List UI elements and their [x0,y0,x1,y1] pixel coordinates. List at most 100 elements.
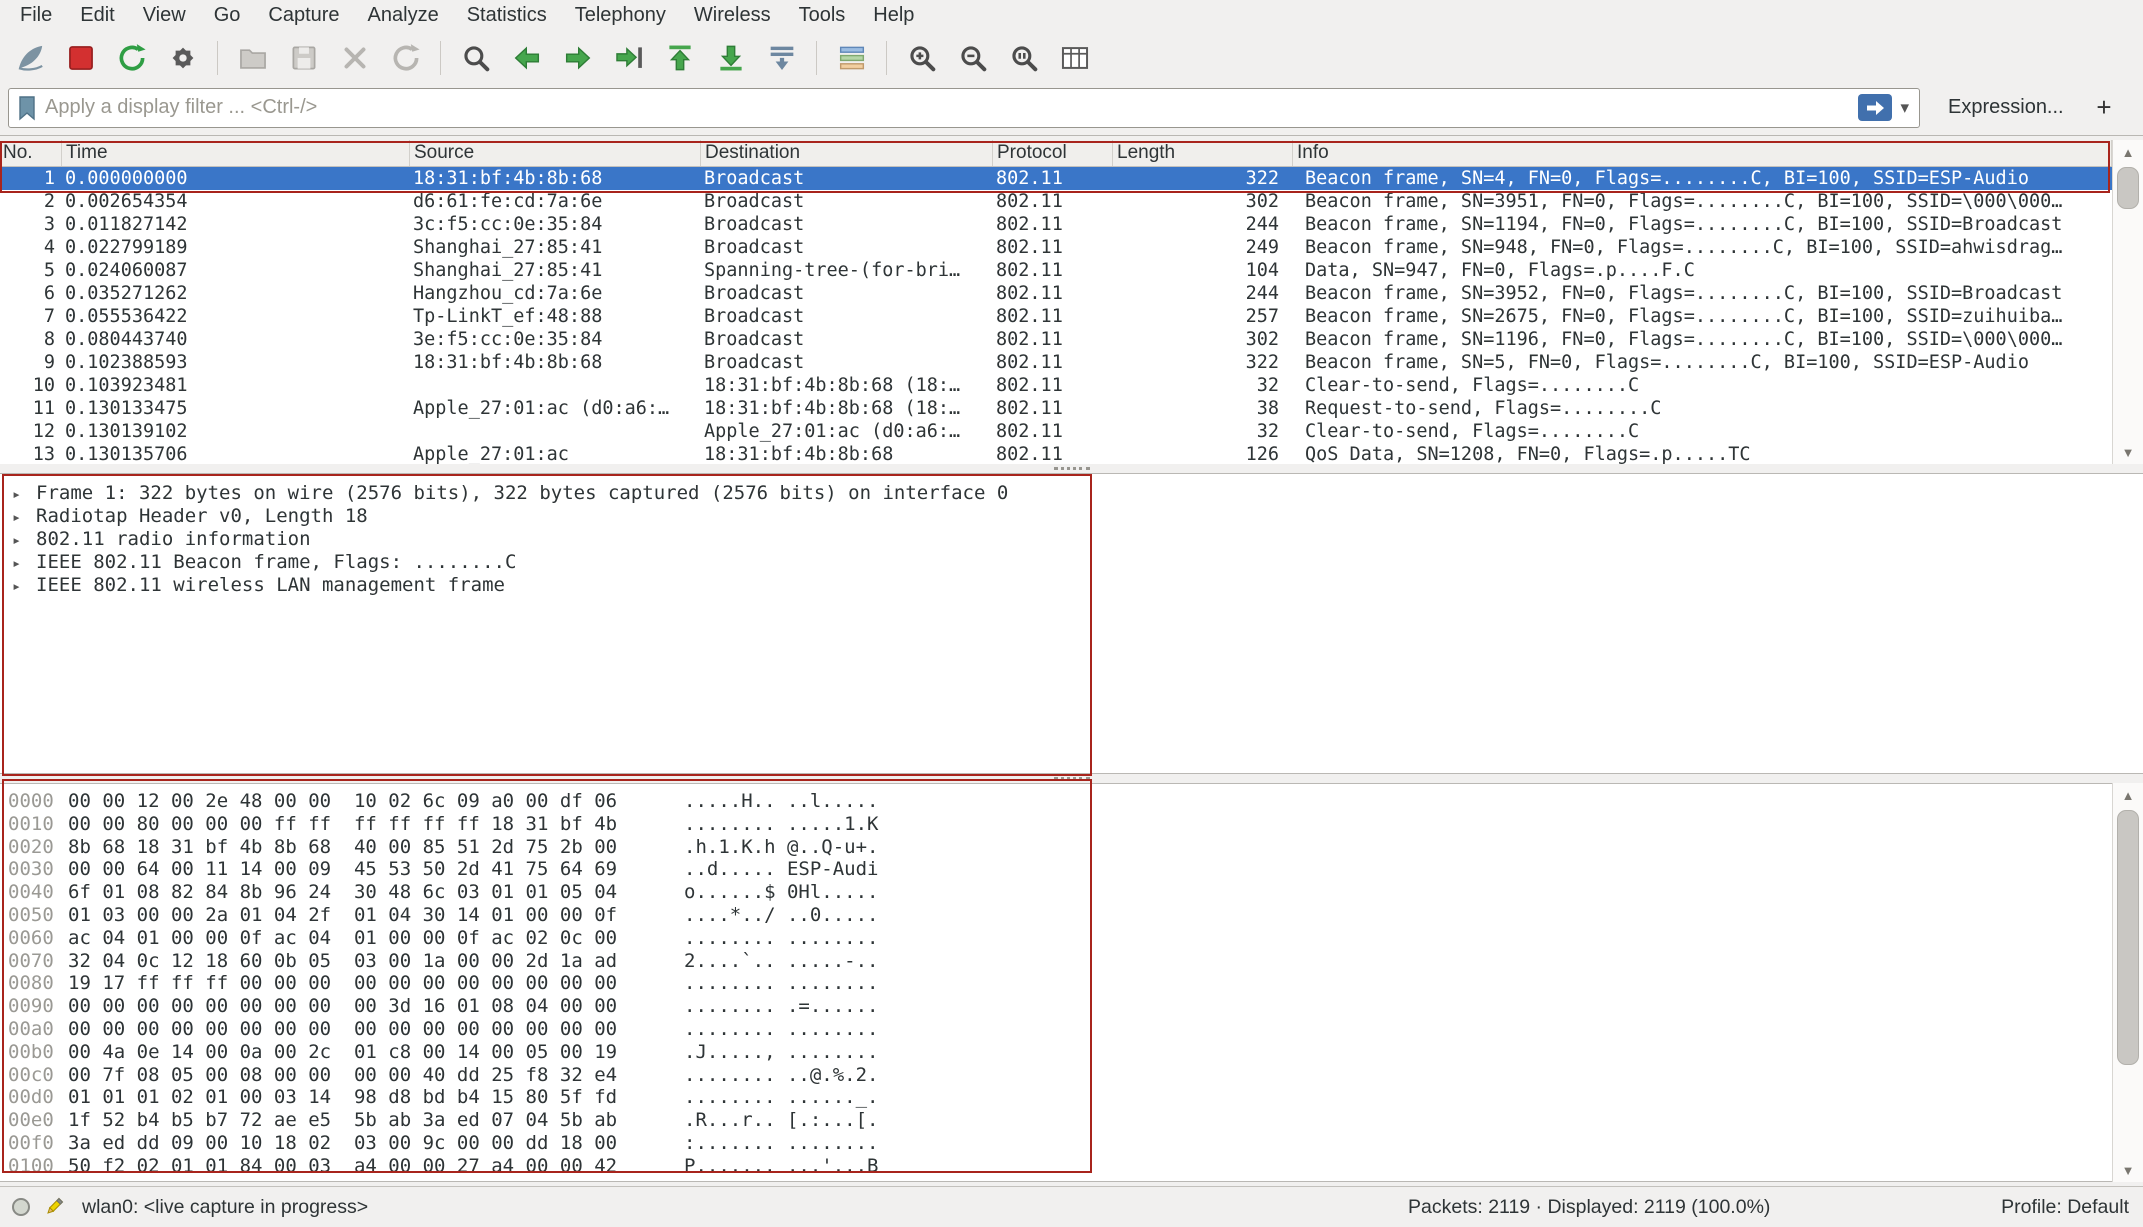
menu-item[interactable]: Analyze [354,2,453,29]
hex-row[interactable]: 00e01f 52 b4 b5 b7 72 ae e5 5b ab 3a ed … [0,1109,2112,1132]
packet-row[interactable]: 2 0.002654354 d6:61:fe:cd:7a:6e Broadcas… [0,190,2112,213]
detail-row[interactable]: ▸IEEE 802.11 Beacon frame, Flags: ......… [0,551,2143,574]
hex-row[interactable]: 0060ac 04 01 00 00 0f ac 04 01 00 00 0f … [0,927,2112,950]
menu-item[interactable]: Tools [785,2,860,29]
hex-row[interactable]: 00f03a ed dd 09 00 10 18 02 03 00 9c 00 … [0,1132,2112,1155]
expand-arrow-icon[interactable]: ▸ [12,552,36,575]
expert-info-button[interactable] [10,1196,32,1218]
filter-bookmark-icon[interactable] [17,95,37,121]
display-filter-input[interactable] [45,96,1858,119]
menu-item[interactable]: Wireless [680,2,785,29]
hex-scrollbar[interactable]: ▲ ▼ [2112,783,2143,1182]
hex-row[interactable]: 007032 04 0c 12 18 60 0b 05 03 00 1a 00 … [0,950,2112,973]
packet-list-scrollbar[interactable]: ▲ ▼ [2112,140,2143,464]
scrollbar-thumb[interactable] [2117,167,2139,209]
expand-arrow-icon[interactable]: ▸ [12,529,36,552]
resize-columns-button[interactable] [1049,34,1100,82]
detail-row[interactable]: ▸IEEE 802.11 wireless LAN management fra… [0,574,2143,597]
hex-row[interactable]: 010050 f2 02 01 01 84 00 03 a4 00 00 27 … [0,1155,2112,1178]
menu-item[interactable]: Telephony [561,2,680,29]
zoom-in-button[interactable] [896,34,947,82]
packet-row[interactable]: 10 0.103923481 18:31:bf:4b:8b:68 (18:… 8… [0,374,2112,397]
packet-destination: Broadcast [701,305,993,328]
profile-button[interactable]: Profile: Default [2001,1196,2129,1219]
stop-capture-button[interactable] [55,34,106,82]
colorize-button[interactable] [826,34,877,82]
hex-row[interactable]: 005001 03 00 00 2a 01 04 2f 01 04 30 14 … [0,904,2112,927]
column-header-no[interactable]: No. [0,140,62,166]
column-header-length[interactable]: Length [1113,140,1293,166]
hex-row[interactable]: 00c000 7f 08 05 00 08 00 00 00 00 40 dd … [0,1064,2112,1087]
add-filter-button[interactable]: + [2087,92,2121,123]
hex-row[interactable]: 001000 00 80 00 00 00 ff ff ff ff ff ff … [0,813,2112,836]
pane-splitter[interactable] [0,464,2143,473]
hex-row[interactable]: 008019 17 ff ff ff 00 00 00 00 00 00 00 … [0,972,2112,995]
go-forward-button[interactable] [552,34,603,82]
restart-capture-button[interactable] [106,34,157,82]
scroll-up-icon[interactable]: ▲ [2113,783,2143,807]
hex-row[interactable]: 00d001 01 01 02 01 00 03 14 98 d8 bd b4 … [0,1086,2112,1109]
packet-row[interactable]: 3 0.011827142 3c:f5:cc:0e:35:84 Broadcas… [0,213,2112,236]
scroll-down-icon[interactable]: ▼ [2113,440,2143,464]
auto-scroll-button[interactable] [756,34,807,82]
packet-row[interactable]: 9 0.102388593 18:31:bf:4b:8b:68 Broadcas… [0,351,2112,374]
packet-row[interactable]: 8 0.080443740 3e:f5:cc:0e:35:84 Broadcas… [0,328,2112,351]
packet-row[interactable]: 1 0.000000000 18:31:bf:4b:8b:68 Broadcas… [0,167,2112,190]
menu-item[interactable]: Help [859,2,928,29]
go-back-button[interactable] [501,34,552,82]
hex-row[interactable]: 00a000 00 00 00 00 00 00 00 00 00 00 00 … [0,1018,2112,1041]
packet-row[interactable]: 6 0.035271262 Hangzhou_cd:7a:6e Broadcas… [0,282,2112,305]
menu-item[interactable]: Go [200,2,255,29]
column-header-info[interactable]: Info [1293,140,2112,166]
column-header-source[interactable]: Source [410,140,701,166]
scroll-down-icon[interactable]: ▼ [2113,1158,2143,1182]
packet-row[interactable]: 12 0.130139102 Apple_27:01:ac (d0:a6:… 8… [0,420,2112,443]
hex-row[interactable]: 009000 00 00 00 00 00 00 00 00 3d 16 01 … [0,995,2112,1018]
go-to-top-button[interactable] [654,34,705,82]
packet-row[interactable]: 11 0.130133475 Apple_27:01:ac (d0:a6:… 1… [0,397,2112,420]
start-capture-button[interactable] [4,34,55,82]
go-to-packet-button[interactable] [603,34,654,82]
packet-row[interactable]: 5 0.024060087 Shanghai_27:85:41 Spanning… [0,259,2112,282]
expand-arrow-icon[interactable]: ▸ [12,506,36,529]
expression-button[interactable]: Expression... [1948,96,2064,119]
display-filter-box[interactable]: ▾ [8,88,1920,128]
filter-apply-button[interactable] [1858,94,1892,121]
packet-row[interactable]: 13 0.130135706 Apple_27:01:ac 18:31:bf:4… [0,443,2112,464]
main-toolbar [0,30,2143,86]
detail-row[interactable]: ▸Radiotap Header v0, Length 18 [0,505,2143,528]
capture-comment-button[interactable] [42,1195,66,1219]
menu-item[interactable]: Edit [66,2,128,29]
hex-offset: 0000 [8,790,68,813]
scroll-up-icon[interactable]: ▲ [2113,140,2143,164]
filter-dropdown-icon[interactable]: ▾ [1892,98,1913,118]
go-to-bottom-button[interactable] [705,34,756,82]
detail-row[interactable]: ▸802.11 radio information [0,528,2143,551]
hex-row[interactable]: 00406f 01 08 82 84 8b 96 24 30 48 6c 03 … [0,881,2112,904]
expand-arrow-icon[interactable]: ▸ [12,483,36,506]
menu-item[interactable]: View [129,2,200,29]
scrollbar-thumb[interactable] [2117,810,2139,1065]
zoom-out-button[interactable] [947,34,998,82]
packet-row[interactable]: 7 0.055536422 Tp-LinkT_ef:48:88 Broadcas… [0,305,2112,328]
menu-item[interactable]: Statistics [453,2,561,29]
menu-item[interactable]: File [6,2,66,29]
column-header-protocol[interactable]: Protocol [993,140,1113,166]
column-header-time[interactable]: Time [62,140,410,166]
capture-options-button[interactable] [157,34,208,82]
hex-row[interactable]: 00b000 4a 0e 14 00 0a 00 2c 01 c8 00 14 … [0,1041,2112,1064]
hex-row[interactable]: 003000 00 64 00 11 14 00 09 45 53 50 2d … [0,858,2112,881]
zoom-reset-button[interactable] [998,34,1049,82]
packet-length: 249 [1113,236,1293,259]
hex-row[interactable]: 00208b 68 18 31 bf 4b 8b 68 40 00 85 51 … [0,836,2112,859]
find-packet-button[interactable] [450,34,501,82]
menu-item[interactable]: Capture [254,2,353,29]
hex-row[interactable]: 000000 00 12 00 2e 48 00 00 10 02 6c 09 … [0,790,2112,813]
expand-arrow-icon[interactable]: ▸ [12,575,36,598]
packet-source [410,374,701,397]
column-header-destination[interactable]: Destination [701,140,993,166]
packet-row[interactable]: 4 0.022799189 Shanghai_27:85:41 Broadcas… [0,236,2112,259]
pane-splitter[interactable] [0,774,2143,783]
detail-row[interactable]: ▸Frame 1: 322 bytes on wire (2576 bits),… [0,482,2143,505]
splitter-grip-icon [1054,467,1090,470]
